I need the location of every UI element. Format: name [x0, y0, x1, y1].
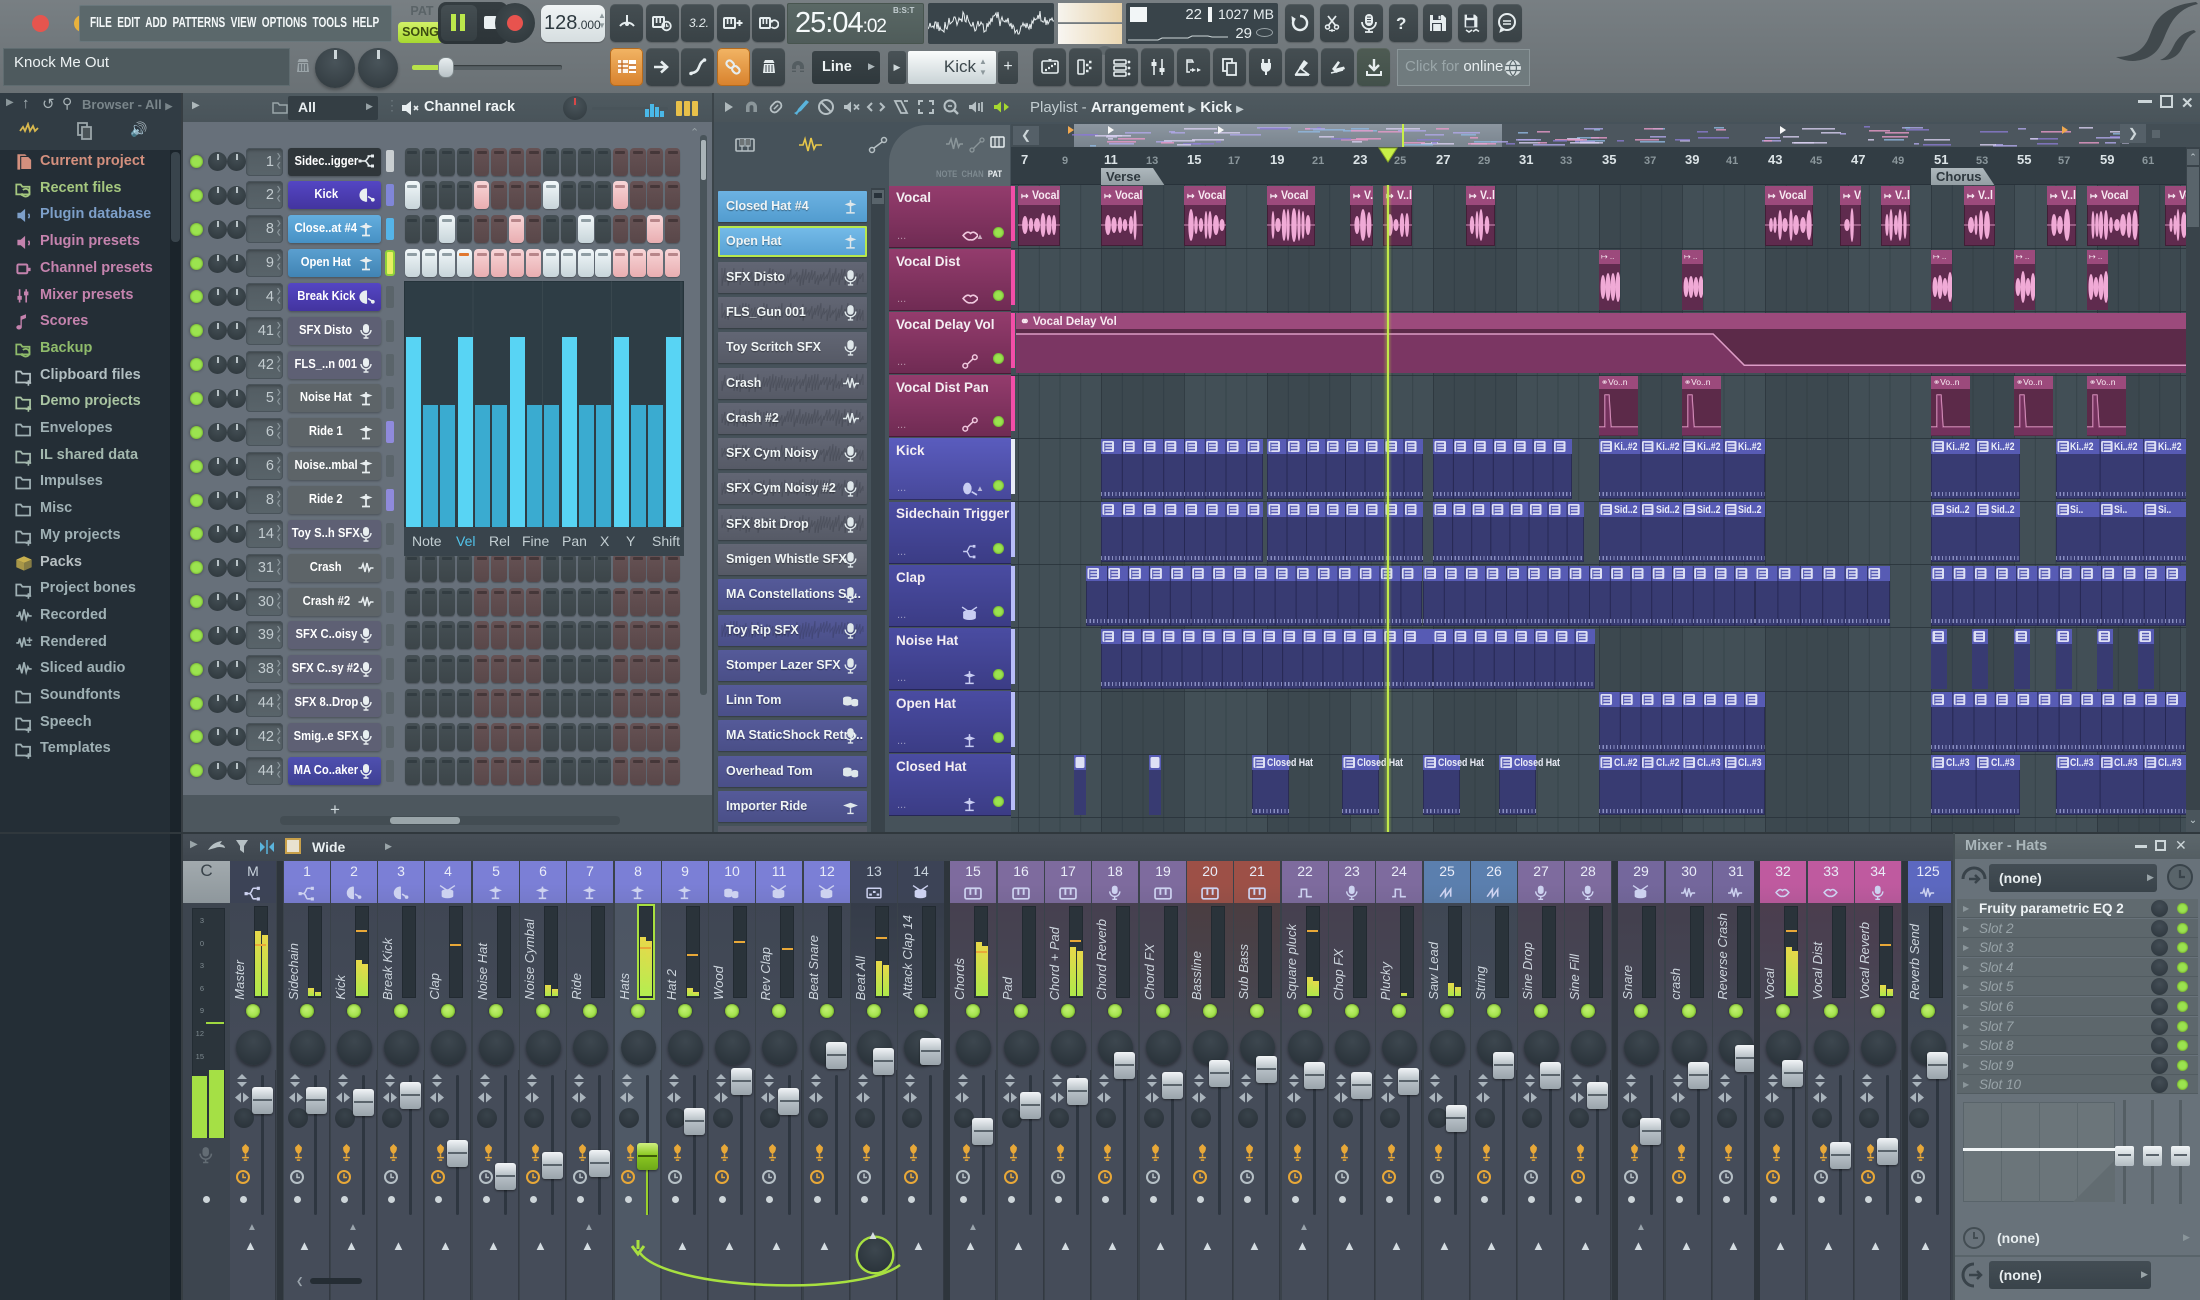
svg-text:?: ? — [1396, 14, 1406, 33]
svg-text:3.2.: 3.2. — [689, 16, 708, 30]
